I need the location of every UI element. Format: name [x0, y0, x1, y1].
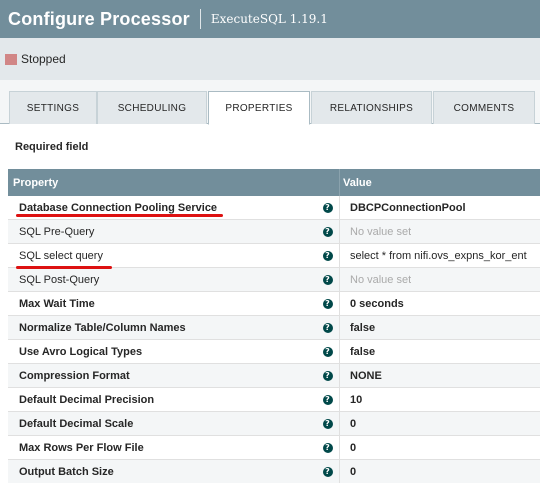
- tab-comments[interactable]: COMMENTS: [433, 91, 535, 124]
- help-circle-icon[interactable]: ?: [322, 346, 333, 357]
- property-value[interactable]: 0: [340, 412, 356, 435]
- property-name: SQL Post-Query: [19, 273, 100, 286]
- property-name: Use Avro Logical Types: [19, 345, 143, 358]
- help-cell: ?: [316, 460, 340, 483]
- help-circle-icon[interactable]: ?: [322, 274, 333, 285]
- status-bar: Stopped: [0, 38, 540, 80]
- help-cell: ?: [316, 412, 340, 435]
- property-name: Output Batch Size: [19, 465, 114, 478]
- tab-properties[interactable]: PROPERTIES: [208, 91, 310, 125]
- help-circle-icon[interactable]: ?: [322, 442, 333, 453]
- dialog-title: Configure Processor: [8, 8, 190, 29]
- property-value[interactable]: select * from nifi.ovs_expns_kor_ent: [340, 244, 527, 267]
- help-cell: ?: [316, 196, 340, 219]
- help-circle-icon[interactable]: ?: [322, 394, 333, 405]
- help-circle-icon[interactable]: ?: [322, 250, 333, 261]
- property-value[interactable]: 10: [340, 388, 362, 411]
- property-value[interactable]: 0: [340, 436, 356, 459]
- table-row[interactable]: Output Batch Size? 0: [8, 460, 540, 483]
- table-row[interactable]: Use Avro Logical Types? false: [8, 340, 540, 364]
- table-header: Property Value: [8, 169, 540, 196]
- property-name: Default Decimal Scale: [19, 417, 134, 430]
- help-circle-icon[interactable]: ?: [322, 226, 333, 237]
- help-circle-icon[interactable]: ?: [322, 298, 333, 309]
- property-name: Compression Format: [19, 369, 130, 382]
- tab-bar: SETTINGS SCHEDULING PROPERTIES RELATIONS…: [0, 80, 540, 125]
- table-row[interactable]: SQL Pre-Query? No value set: [8, 220, 540, 244]
- tab-scheduling[interactable]: SCHEDULING: [97, 91, 207, 124]
- property-name: SQL Pre-Query: [19, 225, 95, 238]
- property-value[interactable]: 0 seconds: [340, 292, 404, 315]
- tab-label: SCHEDULING: [117, 102, 187, 114]
- table-row[interactable]: Normalize Table/Column Names? false: [8, 316, 540, 340]
- table-row[interactable]: Default Decimal Scale? 0: [8, 412, 540, 436]
- help-cell: ?: [316, 388, 340, 411]
- tab-relationships[interactable]: RELATIONSHIPS: [311, 91, 432, 124]
- property-name: SQL select query: [19, 249, 103, 262]
- help-cell: ?: [316, 292, 340, 315]
- table-row[interactable]: SQL select query? select * from nifi.ovs_…: [8, 244, 540, 268]
- tab-label: PROPERTIES: [225, 102, 293, 114]
- property-value[interactable]: false: [340, 340, 375, 363]
- tab-settings[interactable]: SETTINGS: [9, 91, 97, 124]
- annotation-underline: [16, 266, 112, 269]
- required-field-label: Required field: [15, 141, 89, 153]
- property-value[interactable]: No value set: [340, 268, 411, 291]
- help-circle-icon[interactable]: ?: [322, 466, 333, 477]
- help-cell: ?: [316, 436, 340, 459]
- table-row[interactable]: Max Wait Time? 0 seconds: [8, 292, 540, 316]
- tab-label: RELATIONSHIPS: [329, 102, 414, 114]
- property-name: Normalize Table/Column Names: [19, 321, 186, 334]
- property-value[interactable]: No value set: [340, 220, 411, 243]
- help-circle-icon[interactable]: ?: [322, 322, 333, 333]
- help-cell: ?: [316, 340, 340, 363]
- help-cell: ?: [316, 316, 340, 339]
- dialog-header: Configure Processor ExecuteSQL 1.19.1: [0, 0, 540, 38]
- property-name: Max Rows Per Flow File: [19, 441, 144, 454]
- annotation-underline: [16, 214, 223, 217]
- property-name: Max Wait Time: [19, 297, 95, 310]
- column-header-value[interactable]: Value: [340, 169, 372, 196]
- dialog-subtitle: ExecuteSQL 1.19.1: [210, 12, 328, 26]
- tab-label: SETTINGS: [26, 102, 80, 114]
- help-cell: ?: [316, 220, 340, 243]
- table-row[interactable]: Max Rows Per Flow File? 0: [8, 436, 540, 460]
- property-value[interactable]: 0: [340, 460, 356, 483]
- help-cell: ?: [316, 364, 340, 387]
- status-label: Stopped: [21, 52, 66, 66]
- help-circle-icon[interactable]: ?: [322, 418, 333, 429]
- help-circle-icon[interactable]: ?: [322, 202, 333, 213]
- help-cell: ?: [316, 244, 340, 267]
- table-body: Database Connection Pooling Service? DBCP…: [8, 196, 540, 483]
- column-header-property[interactable]: Property: [8, 169, 340, 196]
- stop-square-icon: [5, 53, 17, 65]
- tab-label: COMMENTS: [453, 102, 515, 114]
- property-value[interactable]: NONE: [340, 364, 382, 387]
- title-separator: [199, 9, 201, 29]
- property-value[interactable]: DBCPConnectionPool: [340, 196, 466, 219]
- table-row[interactable]: SQL Post-Query? No value set: [8, 268, 540, 292]
- help-circle-icon[interactable]: ?: [322, 370, 333, 381]
- table-row[interactable]: Default Decimal Precision? 10: [8, 388, 540, 412]
- table-row[interactable]: Compression Format? NONE: [8, 364, 540, 388]
- help-cell: ?: [316, 268, 340, 291]
- property-name: Default Decimal Precision: [19, 393, 155, 406]
- property-value[interactable]: false: [340, 316, 375, 339]
